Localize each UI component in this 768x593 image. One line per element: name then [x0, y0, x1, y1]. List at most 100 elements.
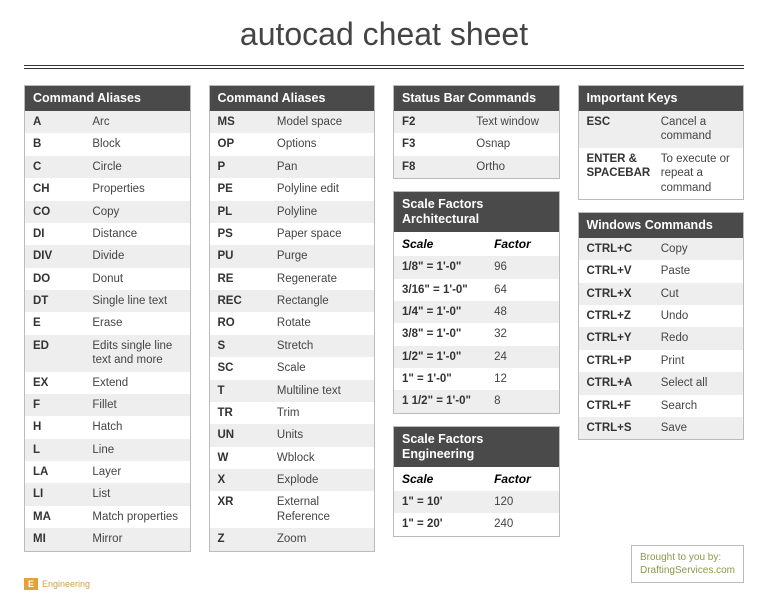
key-cell: PE	[218, 182, 277, 196]
key-cell: ESC	[587, 115, 661, 144]
value-cell: External Reference	[277, 495, 366, 524]
table-row: PPan	[210, 156, 375, 178]
table-row: XExplode	[210, 469, 375, 491]
table-row: CTRL+XCut	[579, 283, 744, 305]
table-row: LALayer	[25, 461, 190, 483]
value-cell: Units	[277, 428, 366, 442]
key-cell: B	[33, 137, 92, 151]
value-cell: Block	[92, 137, 181, 151]
table-row: LIList	[25, 483, 190, 505]
table-row: 1" = 10'120	[394, 491, 559, 513]
key-cell: CTRL+X	[587, 287, 661, 301]
table-row: OPOptions	[210, 133, 375, 155]
table-row: CTRL+ZUndo	[579, 305, 744, 327]
key-cell: 3/8" = 1'-0"	[402, 327, 494, 341]
key-cell: CTRL+A	[587, 376, 661, 390]
value-cell: Divide	[92, 249, 181, 263]
table-row: DIVDivide	[25, 245, 190, 267]
table-row: CHProperties	[25, 178, 190, 200]
subheader: Scale Factor	[394, 232, 559, 256]
table-row: MSModel space	[210, 111, 375, 133]
value-cell: Trim	[277, 406, 366, 420]
value-cell: Scale	[277, 361, 366, 375]
table-row: DIDistance	[25, 223, 190, 245]
table-row: EDEdits single line text and more	[25, 335, 190, 372]
key-cell: 1/2" = 1'-0"	[402, 350, 494, 364]
key-cell: DIV	[33, 249, 92, 263]
table-row: COCopy	[25, 201, 190, 223]
key-cell: F8	[402, 160, 476, 174]
key-cell: P	[218, 160, 277, 174]
key-cell: CTRL+P	[587, 354, 661, 368]
table-row: LLine	[25, 439, 190, 461]
value-cell: Copy	[661, 242, 735, 256]
table-row: ZZoom	[210, 528, 375, 550]
value-cell: Pan	[277, 160, 366, 174]
key-cell: XR	[218, 495, 277, 524]
key-cell: CTRL+Y	[587, 331, 661, 345]
command-aliases-2: Command Aliases MSModel spaceOPOptionsPP…	[209, 85, 376, 552]
value-cell: Text window	[476, 115, 550, 129]
table-row: CTRL+ASelect all	[579, 372, 744, 394]
footer-text: Engineering	[42, 579, 90, 589]
key-cell: DO	[33, 272, 92, 286]
table-row: 3/16" = 1'-0"64	[394, 279, 559, 301]
value-cell: Arc	[92, 115, 181, 129]
table-row: RERegenerate	[210, 268, 375, 290]
key-cell: E	[33, 316, 92, 330]
key-cell: PU	[218, 249, 277, 263]
value-cell: Ortho	[476, 160, 550, 174]
value-cell: 240	[494, 517, 550, 531]
key-cell: RO	[218, 316, 277, 330]
box-header: Important Keys	[579, 86, 744, 111]
rows: 1" = 10'1201" = 20'240	[394, 491, 559, 536]
column-1: Command Aliases AArcBBlockCCircleCHPrope…	[24, 85, 191, 583]
value-cell: 12	[494, 372, 550, 386]
value-cell: Edits single line text and more	[92, 339, 181, 368]
table-row: 1 1/2" = 1'-0"8	[394, 390, 559, 412]
table-row: ENTER & SPACEBARTo execute or repeat a c…	[579, 148, 744, 199]
table-row: MIMirror	[25, 528, 190, 550]
key-cell: F	[33, 398, 92, 412]
value-cell: Polyline edit	[277, 182, 366, 196]
title-block: autocad cheat sheet	[24, 12, 744, 71]
table-row: CTRL+SSave	[579, 417, 744, 439]
value-cell: Stretch	[277, 339, 366, 353]
page-footer: EEngineering	[24, 579, 90, 589]
key-cell: A	[33, 115, 92, 129]
key-cell: OP	[218, 137, 277, 151]
key-cell: 1" = 10'	[402, 495, 494, 509]
key-cell: F3	[402, 137, 476, 151]
table-row: 1/4" = 1'-0"48	[394, 301, 559, 323]
key-cell: ED	[33, 339, 92, 368]
value-cell: Circle	[92, 160, 181, 174]
key-cell: CTRL+V	[587, 264, 661, 278]
table-row: CTRL+YRedo	[579, 327, 744, 349]
table-row: DTSingle line text	[25, 290, 190, 312]
key-cell: T	[218, 384, 277, 398]
value-cell: Zoom	[277, 532, 366, 546]
table-row: 1/2" = 1'-0"24	[394, 346, 559, 368]
key-cell: 1" = 1'-0"	[402, 372, 494, 386]
key-cell: S	[218, 339, 277, 353]
table-row: F8Ortho	[394, 156, 559, 178]
table-row: FFillet	[25, 394, 190, 416]
box-header: Scale Factors Architectural	[394, 192, 559, 232]
value-cell: Line	[92, 443, 181, 457]
value-cell: Purge	[277, 249, 366, 263]
key-cell: CTRL+S	[587, 421, 661, 435]
value-cell: Fillet	[92, 398, 181, 412]
table-row: ESCCancel a command	[579, 111, 744, 148]
value-cell: Model space	[277, 115, 366, 129]
key-cell: ENTER & SPACEBAR	[587, 152, 661, 195]
sub-factor: Factor	[494, 472, 550, 486]
rows: MSModel spaceOPOptionsPPanPEPolyline edi…	[210, 111, 375, 551]
value-cell: Regenerate	[277, 272, 366, 286]
value-cell: 64	[494, 283, 550, 297]
rows: 1/8" = 1'-0"963/16" = 1'-0"641/4" = 1'-0…	[394, 256, 559, 413]
value-cell: Hatch	[92, 420, 181, 434]
command-aliases-1: Command Aliases AArcBBlockCCircleCHPrope…	[24, 85, 191, 552]
column-4: Important Keys ESCCancel a commandENTER …	[578, 85, 745, 583]
key-cell: RE	[218, 272, 277, 286]
columns: Command Aliases AArcBBlockCCircleCHPrope…	[24, 85, 744, 583]
